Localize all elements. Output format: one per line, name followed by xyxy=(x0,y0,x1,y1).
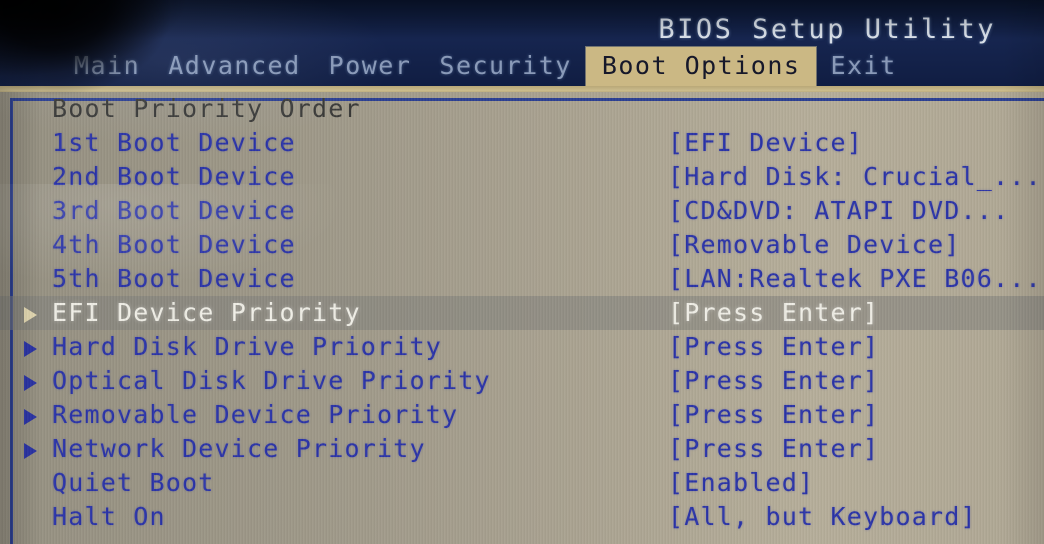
setting-row[interactable]: 1st Boot Device [EFI Device] xyxy=(0,126,1044,160)
setting-label: 4th Boot Device xyxy=(52,230,296,259)
setting-label: 1st Boot Device xyxy=(52,128,296,157)
setting-row[interactable]: 5th Boot Device [LAN:Realtek PXE B06... xyxy=(0,262,1044,296)
settings-panel: Boot Priority Order 1st Boot Device [EFI D… xyxy=(0,92,1044,544)
setting-value[interactable]: [EFI Device] xyxy=(668,126,863,160)
setting-value[interactable]: [CD&DVD: ATAPI DVD... xyxy=(668,194,1009,228)
setting-value[interactable]: [Removable Device] xyxy=(668,228,961,262)
tab-advanced[interactable]: Advanced xyxy=(154,48,314,86)
setting-row[interactable]: Hard Disk Drive Priority [Press Enter] xyxy=(0,330,1044,364)
setting-row[interactable]: Network Device Priority [Press Enter] xyxy=(0,432,1044,466)
setting-label: 3rd Boot Device xyxy=(52,196,296,225)
setting-row[interactable]: 4th Boot Device [Removable Device] xyxy=(0,228,1044,262)
settings-row-list: Boot Priority Order 1st Boot Device [EFI D… xyxy=(0,92,1044,534)
setting-label: Quiet Boot xyxy=(52,468,215,497)
setting-label: Hard Disk Drive Priority xyxy=(52,332,443,361)
setting-label: Halt On xyxy=(52,502,166,531)
submenu-arrow-icon xyxy=(24,307,37,323)
setting-value[interactable]: [Enabled] xyxy=(668,466,814,500)
section-heading-row: Boot Priority Order xyxy=(0,92,1044,126)
bios-screen: BIOS Setup Utility Main Advanced Power Secu… xyxy=(0,0,1044,544)
submenu-arrow-icon xyxy=(24,375,37,391)
setting-label: 2nd Boot Device xyxy=(52,162,296,191)
setting-row[interactable]: EFI Device Priority [Press Enter] xyxy=(0,296,1044,330)
setting-row[interactable]: 3rd Boot Device [CD&DVD: ATAPI DVD... xyxy=(0,194,1044,228)
setting-label: Network Device Priority xyxy=(52,434,426,463)
setting-row[interactable]: 2nd Boot Device [Hard Disk: Crucial_... xyxy=(0,160,1044,194)
setting-label: Boot Priority Order xyxy=(52,94,361,123)
submenu-arrow-icon xyxy=(24,409,37,425)
setting-label: 5th Boot Device xyxy=(52,264,296,293)
setting-row[interactable]: Removable Device Priority [Press Enter] xyxy=(0,398,1044,432)
setting-value[interactable]: [Press Enter] xyxy=(668,296,879,330)
page-title: BIOS Setup Utility xyxy=(658,14,996,45)
setting-row[interactable]: Optical Disk Drive Priority [Press Enter] xyxy=(0,364,1044,398)
setting-value[interactable]: [Press Enter] xyxy=(668,432,879,466)
tab-security[interactable]: Security xyxy=(425,48,585,86)
tab-exit[interactable]: Exit xyxy=(816,48,910,86)
setting-label: EFI Device Priority xyxy=(52,298,361,327)
submenu-arrow-icon xyxy=(24,341,37,357)
setting-value[interactable]: [All, but Keyboard] xyxy=(668,500,977,534)
setting-value[interactable]: [Press Enter] xyxy=(668,330,879,364)
setting-row[interactable]: Halt On [All, but Keyboard] xyxy=(0,500,1044,534)
setting-value[interactable]: [Press Enter] xyxy=(668,398,879,432)
setting-label: Removable Device Priority xyxy=(52,400,459,429)
submenu-arrow-icon xyxy=(24,443,37,459)
setting-label: Optical Disk Drive Priority xyxy=(52,366,491,395)
setting-value[interactable]: [Hard Disk: Crucial_... xyxy=(668,160,1042,194)
bios-header: BIOS Setup Utility Main Advanced Power Secu… xyxy=(0,0,1044,88)
setting-row[interactable]: Quiet Boot [Enabled] xyxy=(0,466,1044,500)
tab-boot-options[interactable]: Boot Options xyxy=(585,47,817,87)
menu-tab-bar: Main Advanced Power Security Boot Options Exi… xyxy=(0,46,1044,88)
setting-value[interactable]: [Press Enter] xyxy=(668,364,879,398)
tab-power[interactable]: Power xyxy=(315,48,426,86)
tab-main[interactable]: Main xyxy=(60,48,154,86)
setting-value[interactable]: [LAN:Realtek PXE B06... xyxy=(668,262,1042,296)
